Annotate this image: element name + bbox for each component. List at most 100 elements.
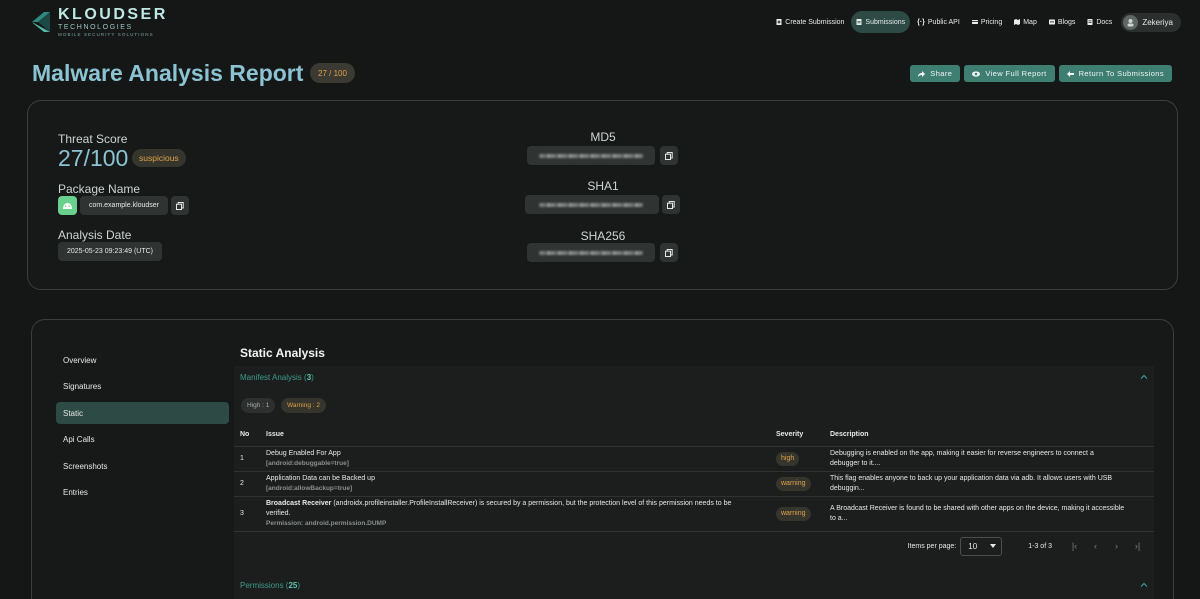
sidebar-item-label: Screenshots bbox=[63, 461, 108, 471]
md5-hash-redacted bbox=[539, 153, 643, 158]
share-button[interactable]: Share bbox=[910, 65, 961, 82]
return-label: Return To Submissions bbox=[1078, 69, 1164, 78]
threat-score-value: 27/100 bbox=[58, 145, 129, 171]
issue-title: (androidx.profileinstaller.ProfileInstal… bbox=[333, 499, 732, 507]
last-page-icon[interactable]: ›| bbox=[1127, 541, 1148, 551]
severity-badge: warning bbox=[776, 506, 811, 521]
page-range: 1-3 of 3 bbox=[1028, 542, 1052, 550]
copy-sha1-button[interactable] bbox=[662, 195, 680, 214]
view-full-label: View Full Report bbox=[985, 69, 1047, 78]
issue-title: Application Data can be Backed up bbox=[266, 474, 375, 482]
items-per-page-select[interactable]: 10 bbox=[960, 536, 1003, 556]
issue-title: Debug Enabled For App bbox=[266, 449, 341, 457]
package-name-label: Package Name bbox=[58, 182, 141, 196]
map-icon bbox=[1014, 19, 1021, 25]
copy-icon bbox=[665, 248, 673, 257]
nav-docs[interactable]: Docs bbox=[1082, 11, 1117, 33]
analysis-date-label: Analysis Date bbox=[58, 228, 132, 242]
sidebar-item-screenshots[interactable]: Screenshots bbox=[56, 455, 229, 477]
sha256-value bbox=[527, 243, 655, 262]
column-header-issue: Issue bbox=[260, 424, 770, 447]
manifest-analysis-panel: Manifest Analysis (3) High : 1 Warning :… bbox=[234, 366, 1154, 599]
score-badge: 27 / 100 bbox=[310, 63, 355, 83]
sidebar-item-api-calls[interactable]: Api Calls bbox=[56, 428, 229, 450]
sidebar-item-overview[interactable]: Overview bbox=[56, 349, 229, 371]
kloudser-logo-icon bbox=[32, 12, 50, 32]
sidebar-item-static[interactable]: Static bbox=[56, 402, 229, 424]
nav-map[interactable]: Map bbox=[1009, 11, 1042, 33]
nav-blogs[interactable]: Blogs bbox=[1044, 11, 1081, 33]
sidebar-item-label: Static bbox=[63, 408, 84, 418]
manifest-analysis-label: Manifest Analysis bbox=[240, 372, 302, 382]
row-no: 3 bbox=[234, 496, 260, 532]
user-avatar-icon bbox=[1127, 18, 1134, 26]
nav-label: Blogs bbox=[1057, 18, 1076, 26]
analysis-date-value: 2025-05-23 09:23:49 (UTC) bbox=[58, 242, 162, 261]
permissions-count: 25 bbox=[288, 580, 298, 590]
android-icon bbox=[63, 202, 72, 209]
sidebar-item-label: Overview bbox=[63, 355, 97, 365]
copy-sha256-button[interactable] bbox=[660, 243, 678, 262]
sidebar-item-label: Signatures bbox=[63, 381, 102, 391]
md5-label: MD5 bbox=[590, 130, 616, 144]
summary-card: Threat Score 27/100 suspicious Package N… bbox=[27, 100, 1178, 290]
sha1-hash-redacted bbox=[539, 202, 643, 207]
description-line: to a... bbox=[830, 514, 848, 522]
column-header-severity: Severity bbox=[770, 424, 824, 447]
issue-sub-label: Permission: bbox=[266, 519, 304, 527]
first-page-icon[interactable]: |‹ bbox=[1064, 541, 1085, 551]
items-per-page-value: 10 bbox=[968, 541, 978, 551]
issue-title-cont: verified. bbox=[266, 509, 291, 517]
return-to-submissions-button[interactable]: Return To Submissions bbox=[1058, 65, 1172, 82]
view-full-report-button[interactable]: View Full Report bbox=[964, 65, 1055, 82]
sha1-label: SHA1 bbox=[587, 179, 619, 193]
main-nav: Create Submission Submissions {·} Public… bbox=[771, 11, 1181, 33]
high-count-chip: High : 1 bbox=[241, 398, 276, 413]
column-header-description: Description bbox=[824, 424, 1154, 447]
sha1-value bbox=[525, 195, 659, 214]
nav-create-submission[interactable]: Create Submission bbox=[771, 11, 849, 33]
table-row[interactable]: 2 Application Data can be Backed up [and… bbox=[234, 471, 1154, 497]
table-row[interactable]: 3 Broadcast Receiver (androidx.profilein… bbox=[234, 496, 1154, 532]
sha256-label: SHA256 bbox=[580, 229, 626, 243]
brand-logo[interactable]: KLOUDSER TECHNOLOGIES MOBILE SECURITY SO… bbox=[30, 5, 168, 37]
nav-pricing[interactable]: Pricing bbox=[967, 11, 1007, 33]
copy-md5-button[interactable] bbox=[660, 146, 678, 165]
description-line: debuggin... bbox=[830, 484, 865, 492]
next-page-icon[interactable]: › bbox=[1106, 541, 1127, 551]
brand-sub: TECHNOLOGIES bbox=[58, 23, 133, 31]
column-header-no: No bbox=[234, 424, 260, 447]
copy-icon bbox=[667, 200, 675, 209]
nav-label: Pricing bbox=[980, 18, 1003, 26]
sidebar-item-signatures[interactable]: Signatures bbox=[56, 375, 229, 397]
issue-sub: [android:debuggable=true] bbox=[266, 459, 349, 467]
threat-score-label: Threat Score bbox=[58, 132, 128, 146]
nav-public-api[interactable]: {·} Public API bbox=[912, 11, 965, 33]
permissions-header[interactable]: Permissions (25) bbox=[234, 574, 1154, 596]
package-name-value: com.example.kloudser bbox=[80, 196, 169, 215]
doc-icon bbox=[1087, 19, 1093, 25]
card-icon bbox=[971, 20, 978, 24]
issue-sub: android.permission.DUMP bbox=[305, 519, 387, 527]
caret-down-icon bbox=[990, 544, 997, 548]
manifest-analysis-header[interactable]: Manifest Analysis (3) bbox=[234, 366, 1154, 388]
sidebar-item-entries[interactable]: Entries bbox=[56, 481, 229, 503]
copy-package-button[interactable] bbox=[171, 196, 189, 215]
arrow-left-icon bbox=[1066, 70, 1074, 77]
row-no: 2 bbox=[234, 471, 260, 497]
avatar bbox=[1123, 14, 1139, 30]
nav-submissions[interactable]: Submissions bbox=[851, 11, 911, 33]
severity-badge: warning bbox=[776, 476, 811, 491]
issue-sub: [android:allowBackup=true] bbox=[266, 484, 353, 492]
brand-tagline: MOBILE SECURITY SOLUTIONS bbox=[58, 31, 154, 37]
page-title: Malware Analysis Report bbox=[32, 60, 304, 86]
nav-label: Create Submission bbox=[785, 18, 845, 26]
brand-name: KLOUDSER bbox=[58, 5, 168, 23]
sidebar-item-label: Api Calls bbox=[63, 434, 95, 444]
table-row[interactable]: 1 Debug Enabled For App [android:debugga… bbox=[234, 446, 1154, 472]
file-plus-icon bbox=[776, 19, 782, 25]
sha256-hash-redacted bbox=[539, 250, 643, 255]
user-menu[interactable]: Zekeriya bbox=[1121, 12, 1181, 32]
prev-page-icon[interactable]: ‹ bbox=[1085, 541, 1106, 551]
top-navbar: KLOUDSER TECHNOLOGIES MOBILE SECURITY SO… bbox=[0, 0, 1200, 44]
